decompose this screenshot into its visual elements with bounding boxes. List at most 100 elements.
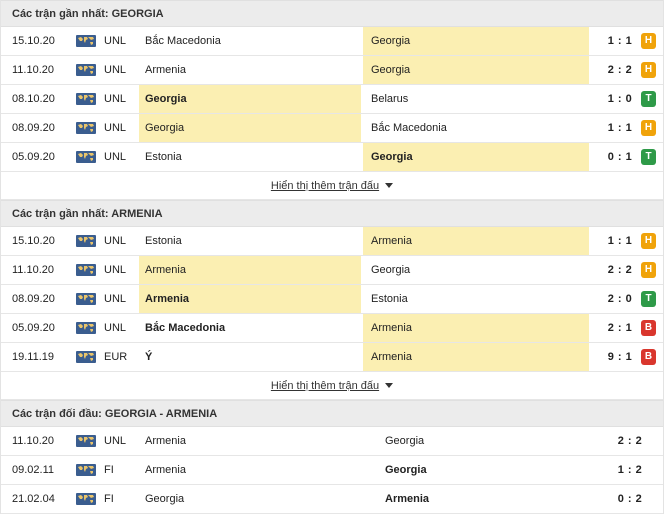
competition-code[interactable]: UNL: [104, 256, 126, 284]
match-row[interactable]: 15.10.20 UNL Estonia Armenia 1 : 1H: [1, 227, 663, 256]
match-row[interactable]: 05.09.20 UNL Estonia Georgia 0 : 1T: [1, 143, 663, 172]
result-badge: H: [641, 62, 656, 78]
result-badge: H: [641, 33, 656, 49]
world-map-icon: [76, 322, 96, 334]
world-map-icon: [76, 293, 96, 305]
world-map-icon: [76, 151, 96, 163]
away-team[interactable]: Georgia: [363, 143, 589, 171]
match-date: 09.02.11: [12, 464, 55, 476]
competition-code[interactable]: UNL: [104, 143, 126, 171]
away-team[interactable]: Estonia: [363, 285, 589, 313]
competition-code[interactable]: UNL: [104, 56, 126, 84]
result-badge: T: [641, 149, 656, 165]
competition-code[interactable]: FI: [104, 485, 114, 513]
match-date: 19.11.19: [12, 351, 55, 363]
show-more-link-armenia[interactable]: Hiển thị thêm trận đấu: [271, 380, 379, 392]
result-badge: H: [641, 120, 656, 136]
home-team[interactable]: Armenia: [139, 56, 361, 84]
caret-down-icon[interactable]: [385, 183, 394, 188]
show-more-armenia: Hiển thị thêm trận đấu: [1, 372, 663, 400]
result-badge: B: [641, 320, 656, 336]
competition-code[interactable]: UNL: [104, 227, 126, 255]
world-map-icon: [76, 464, 96, 476]
away-team[interactable]: Georgia: [363, 256, 589, 284]
away-team[interactable]: Georgia: [363, 56, 589, 84]
home-team[interactable]: Georgia: [139, 114, 361, 142]
home-team[interactable]: Armenia: [139, 427, 379, 455]
world-map-icon: [76, 122, 96, 134]
match-date: 15.10.20: [12, 235, 55, 247]
result-badge: H: [641, 262, 656, 278]
away-team[interactable]: Armenia: [363, 227, 589, 255]
competition-code[interactable]: UNL: [104, 314, 126, 342]
home-team[interactable]: Estonia: [139, 227, 361, 255]
match-date: 05.09.20: [12, 151, 55, 163]
caret-down-icon[interactable]: [385, 383, 394, 388]
match-row[interactable]: 08.10.20 UNL Georgia Belarus 1 : 0T: [1, 85, 663, 114]
match-date: 11.10.20: [12, 64, 55, 76]
competition-code[interactable]: EUR: [104, 343, 127, 371]
match-row[interactable]: 15.10.20 UNL Bắc Macedonia Georgia 1 : 1H: [1, 27, 663, 56]
world-map-icon: [76, 351, 96, 363]
away-team[interactable]: Bắc Macedonia: [363, 114, 589, 142]
match-date: 21.02.04: [12, 493, 55, 505]
match-score[interactable]: 1 : 2: [599, 456, 661, 484]
match-row[interactable]: 21.02.04 FI Georgia Armenia 0 : 2: [1, 485, 663, 514]
competition-code[interactable]: UNL: [104, 285, 126, 313]
match-list-h2h: 11.10.20 UNL Armenia Georgia 2 : 2 09.02.11 FI…: [1, 427, 663, 514]
home-team[interactable]: Armenia: [139, 456, 379, 484]
world-map-icon: [76, 435, 96, 447]
match-score[interactable]: 2 : 2: [599, 427, 661, 455]
match-row[interactable]: 08.09.20 UNL Georgia Bắc Macedonia 1 : 1H: [1, 114, 663, 143]
match-row[interactable]: 05.09.20 UNL Bắc Macedonia Armenia 2 : 1B: [1, 314, 663, 343]
match-date: 11.10.20: [12, 264, 55, 276]
matches-panel: Các trận gần nhất: GEORGIA 15.10.20 UNL Bắ…: [0, 0, 664, 514]
world-map-icon: [76, 235, 96, 247]
competition-code[interactable]: UNL: [104, 427, 126, 455]
world-map-icon: [76, 35, 96, 47]
world-map-icon: [76, 64, 96, 76]
match-date: 11.10.20: [12, 435, 55, 447]
competition-code[interactable]: UNL: [104, 27, 126, 55]
home-team[interactable]: Armenia: [139, 256, 361, 284]
home-team[interactable]: Armenia: [139, 285, 361, 313]
show-more-georgia: Hiển thị thêm trận đấu: [1, 172, 663, 200]
result-badge: H: [641, 233, 656, 249]
away-team[interactable]: Georgia: [363, 27, 589, 55]
away-team[interactable]: Armenia: [379, 485, 599, 513]
competition-code[interactable]: UNL: [104, 114, 126, 142]
match-date: 15.10.20: [12, 35, 55, 47]
competition-code[interactable]: UNL: [104, 85, 126, 113]
away-team[interactable]: Armenia: [363, 343, 589, 371]
home-team[interactable]: Bắc Macedonia: [139, 314, 361, 342]
match-row[interactable]: 11.10.20 UNL Armenia Georgia 2 : 2H: [1, 56, 663, 85]
away-team[interactable]: Georgia: [379, 456, 599, 484]
section-title-h2h: Các trận đối đầu: GEORGIA - ARMENIA: [1, 400, 663, 427]
match-date: 05.09.20: [12, 322, 55, 334]
match-row[interactable]: 11.10.20 UNL Armenia Georgia 2 : 2H: [1, 256, 663, 285]
match-date: 08.09.20: [12, 293, 55, 305]
match-row[interactable]: 19.11.19 EUR Ý Armenia 9 : 1B: [1, 343, 663, 372]
section-title-georgia: Các trận gần nhất: GEORGIA: [1, 0, 663, 27]
match-date: 08.09.20: [12, 122, 55, 134]
home-team[interactable]: Georgia: [139, 85, 361, 113]
home-team[interactable]: Bắc Macedonia: [139, 27, 361, 55]
away-team[interactable]: Georgia: [379, 427, 599, 455]
match-row[interactable]: 09.02.11 FI Armenia Georgia 1 : 2: [1, 456, 663, 485]
home-team[interactable]: Estonia: [139, 143, 361, 171]
match-row[interactable]: 08.09.20 UNL Armenia Estonia 2 : 0T: [1, 285, 663, 314]
world-map-icon: [76, 264, 96, 276]
competition-code[interactable]: FI: [104, 456, 114, 484]
match-date: 08.10.20: [12, 93, 55, 105]
match-list-armenia: 15.10.20 UNL Estonia Armenia 1 : 1 H 11.10.20 U…: [1, 227, 663, 372]
match-list-georgia: 15.10.20 UNL Bắc Macedonia Georgia 1 : 1 H 11.…: [1, 27, 663, 172]
home-team[interactable]: Ý: [139, 343, 361, 371]
match-row[interactable]: 11.10.20 UNL Armenia Georgia 2 : 2: [1, 427, 663, 456]
away-team[interactable]: Belarus: [363, 85, 589, 113]
home-team[interactable]: Georgia: [139, 485, 379, 513]
show-more-link-georgia[interactable]: Hiển thị thêm trận đấu: [271, 180, 379, 192]
away-team[interactable]: Armenia: [363, 314, 589, 342]
world-map-icon: [76, 93, 96, 105]
match-score[interactable]: 0 : 2: [599, 485, 661, 513]
section-title-armenia: Các trận gần nhất: ARMENIA: [1, 200, 663, 227]
